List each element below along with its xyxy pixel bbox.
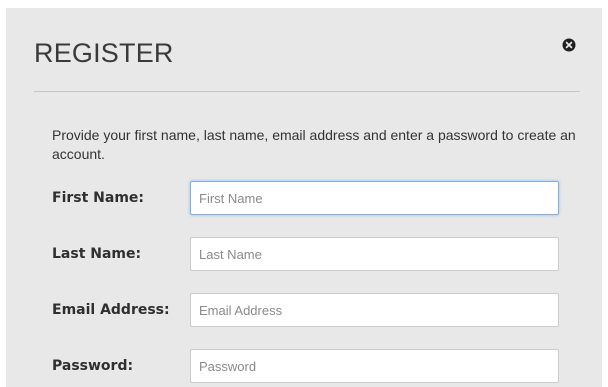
first-name-row: First Name: [52, 181, 564, 215]
intro-text: Provide your first name, last name, emai… [52, 127, 576, 162]
last-name-input[interactable] [190, 237, 559, 271]
title-divider [34, 91, 580, 92]
first-name-label: First Name: [52, 190, 145, 206]
last-name-row: Last Name: [52, 237, 564, 271]
register-modal: REGISTER Provide your first name, last n… [6, 8, 602, 387]
modal-title: REGISTER [34, 38, 174, 68]
email-row: Email Address: [52, 293, 564, 327]
email-input[interactable] [190, 293, 559, 327]
first-name-input[interactable] [190, 181, 559, 215]
password-row: Password: [52, 349, 564, 383]
password-input[interactable] [190, 349, 559, 383]
close-circle-icon [562, 38, 576, 52]
close-button[interactable] [562, 38, 576, 52]
email-label: Email Address: [52, 302, 170, 318]
last-name-label: Last Name: [52, 246, 142, 262]
password-label: Password: [52, 358, 134, 374]
